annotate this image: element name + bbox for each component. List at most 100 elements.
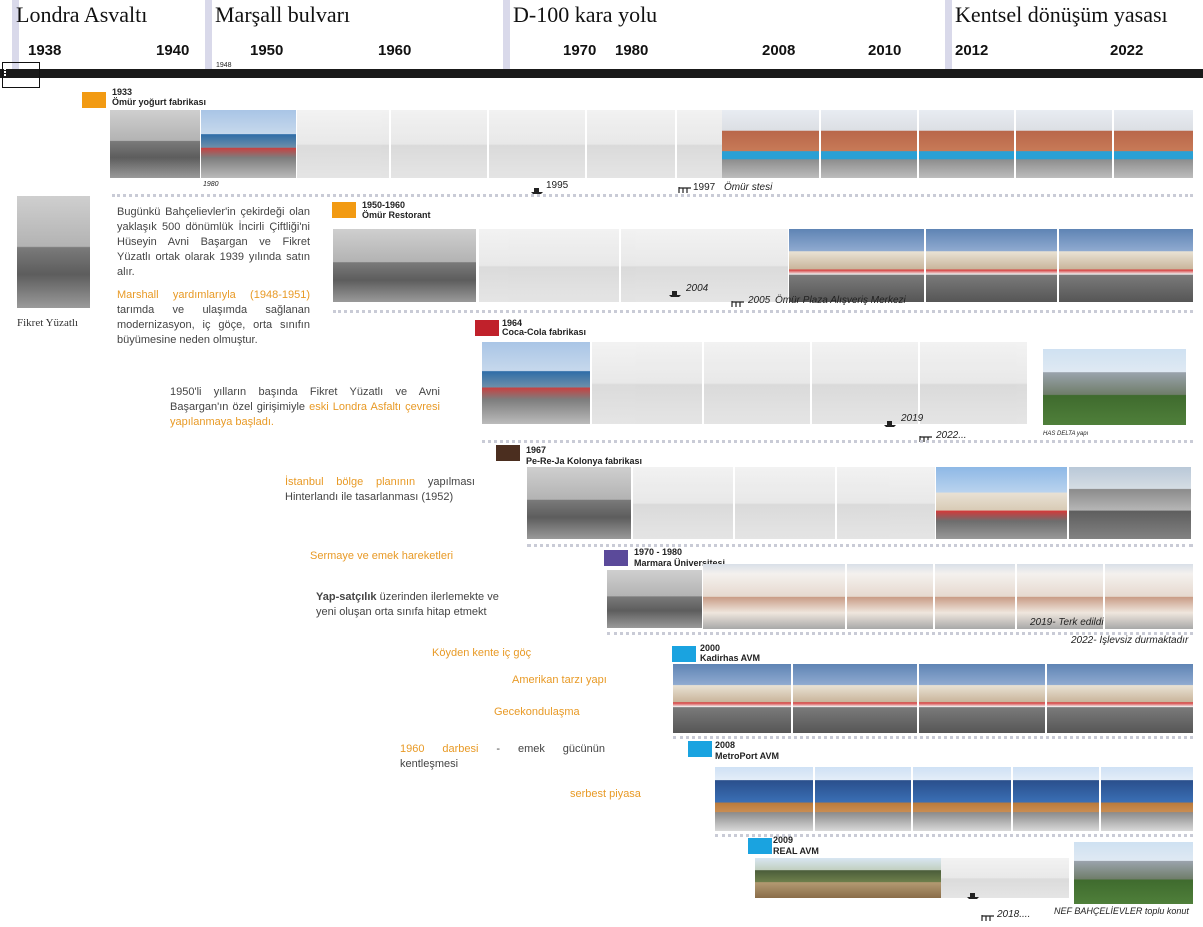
photo-caption: 2005 bbox=[748, 295, 771, 306]
photo-caption: HAS DELTA yapı bbox=[1043, 431, 1089, 437]
event-color-marker bbox=[332, 202, 356, 218]
ship-icon bbox=[883, 414, 897, 427]
photo-caption: Ömür stesi bbox=[724, 182, 773, 193]
era-title: Kentsel dönüşüm yasası bbox=[955, 2, 1168, 27]
event-name: Coca-Cola fabrikası bbox=[502, 327, 587, 337]
event-color-marker bbox=[604, 550, 628, 566]
photo bbox=[1069, 467, 1191, 539]
year-label: 1980 bbox=[615, 42, 649, 59]
history-paragraph: 1950'li yılların başında Fikret Yüzatlı … bbox=[170, 386, 440, 428]
year-label: 1960 bbox=[378, 42, 412, 59]
photo bbox=[722, 110, 1193, 178]
year-label: 2010 bbox=[868, 42, 902, 59]
event-name: MetroPort AVM bbox=[715, 751, 779, 761]
photo bbox=[482, 342, 590, 424]
photo bbox=[789, 229, 1193, 302]
event-name: REAL AVM bbox=[773, 846, 819, 856]
timeline-axis bbox=[0, 69, 1203, 78]
event-track bbox=[482, 440, 1193, 443]
event-color-marker bbox=[496, 445, 520, 461]
theme-label: Gecekondulaşma bbox=[494, 706, 580, 718]
photo-caption: Ömür Plaza Alışveriş Merkezi bbox=[775, 295, 906, 306]
photo-caption: 2022- İşlevsiz durmaktadır bbox=[1071, 635, 1189, 646]
photo-caption: 2019 bbox=[901, 413, 924, 424]
photo bbox=[1043, 349, 1186, 425]
photo bbox=[703, 564, 1193, 629]
construction-icon bbox=[731, 295, 745, 307]
era-title: Londra Asvaltı bbox=[16, 2, 148, 27]
photo-caption: 1997 bbox=[693, 182, 716, 193]
event-name: Kadirhas AVM bbox=[700, 653, 761, 663]
history-paragraph: Yap-satçılık üzerinden ilerlemekte ve ye… bbox=[316, 591, 499, 618]
event-color-marker bbox=[688, 741, 712, 757]
era-divider bbox=[503, 0, 510, 70]
photo bbox=[633, 467, 935, 539]
construction-icon bbox=[919, 430, 933, 442]
year-label: 2008 bbox=[762, 42, 796, 59]
photo-caption: 1995 bbox=[546, 180, 569, 191]
event-year: 2009 bbox=[773, 835, 794, 845]
photo bbox=[715, 767, 1193, 831]
history-paragraph: İstanbul bölge planının yapılması Hinter… bbox=[285, 476, 475, 503]
construction-icon bbox=[678, 181, 692, 193]
era-title: D-100 kara yolu bbox=[513, 2, 658, 27]
event-year: 1950-1960 bbox=[362, 200, 406, 210]
small-year-label: 1948 bbox=[216, 62, 232, 69]
era-title: Marşall bulvarı bbox=[215, 2, 351, 27]
photo bbox=[527, 467, 631, 539]
event-track bbox=[112, 194, 1193, 197]
photo bbox=[333, 229, 476, 302]
photo bbox=[110, 110, 200, 178]
event-color-marker bbox=[82, 92, 106, 108]
year-label: 2022 bbox=[1110, 42, 1144, 59]
event-color-marker bbox=[748, 838, 772, 854]
event-color-marker bbox=[475, 320, 499, 336]
photo bbox=[1074, 842, 1193, 904]
photo-caption: 2004 bbox=[686, 283, 709, 294]
event-track bbox=[527, 544, 1193, 547]
photo bbox=[607, 570, 702, 628]
event-track bbox=[333, 310, 1193, 313]
person-caption: Fikret Yüzatlı bbox=[17, 317, 78, 329]
photo-caption: 2019- Terk edildi bbox=[1030, 617, 1104, 628]
event-name: Ömür Restorant bbox=[362, 210, 431, 220]
photo bbox=[201, 110, 296, 178]
construction-icon bbox=[981, 909, 995, 921]
photo-caption: 1980 bbox=[203, 181, 219, 188]
photo-caption: NEF BAHÇELİEVLER toplu konut bbox=[1054, 906, 1189, 916]
event-track bbox=[607, 632, 1193, 635]
event-color-marker bbox=[672, 646, 696, 662]
history-paragraph: 1960 darbesi - emek gücünün kentleşmesi bbox=[400, 743, 605, 770]
event-name: Ömür yoğurt fabrikası bbox=[112, 97, 207, 107]
era-divider bbox=[945, 0, 952, 70]
event-year: 1967 bbox=[526, 445, 547, 455]
theme-label: serbest piyasa bbox=[570, 788, 641, 800]
era-divider bbox=[205, 0, 212, 70]
person-photo bbox=[17, 196, 90, 308]
year-label: 1950 bbox=[250, 42, 284, 59]
photo bbox=[673, 664, 1193, 733]
theme-label: Köyden kente iç göç bbox=[432, 647, 532, 659]
year-label: 2012 bbox=[955, 42, 989, 59]
photo bbox=[479, 229, 788, 302]
event-track bbox=[673, 736, 1193, 739]
year-label: 1938 bbox=[28, 42, 62, 59]
event-year: 2008 bbox=[715, 740, 736, 750]
year-label: 1940 bbox=[156, 42, 190, 59]
photo bbox=[755, 858, 941, 898]
photo bbox=[936, 467, 1067, 539]
photo bbox=[297, 110, 722, 178]
history-paragraph: Bugünkü Bahçelievler'in çekirdeği olan y… bbox=[117, 206, 310, 278]
photo bbox=[941, 858, 1069, 898]
event-year: 1933 bbox=[112, 87, 133, 97]
year-label: 1970 bbox=[563, 42, 597, 59]
event-year: 2000 bbox=[700, 643, 721, 653]
axis-start-dots bbox=[4, 68, 20, 76]
history-paragraph: Marshall yardımlarıyla (1948-1951) tarım… bbox=[117, 289, 310, 346]
ship-icon bbox=[530, 181, 544, 194]
event-year: 1970 - 1980 bbox=[634, 547, 683, 557]
event-name: Pe-Re-Ja Kolonya fabrikası bbox=[526, 456, 643, 466]
photo bbox=[592, 342, 1027, 424]
theme-label: Sermaye ve emek hareketleri bbox=[310, 550, 454, 562]
photo-caption: 2018.... bbox=[997, 909, 1031, 920]
